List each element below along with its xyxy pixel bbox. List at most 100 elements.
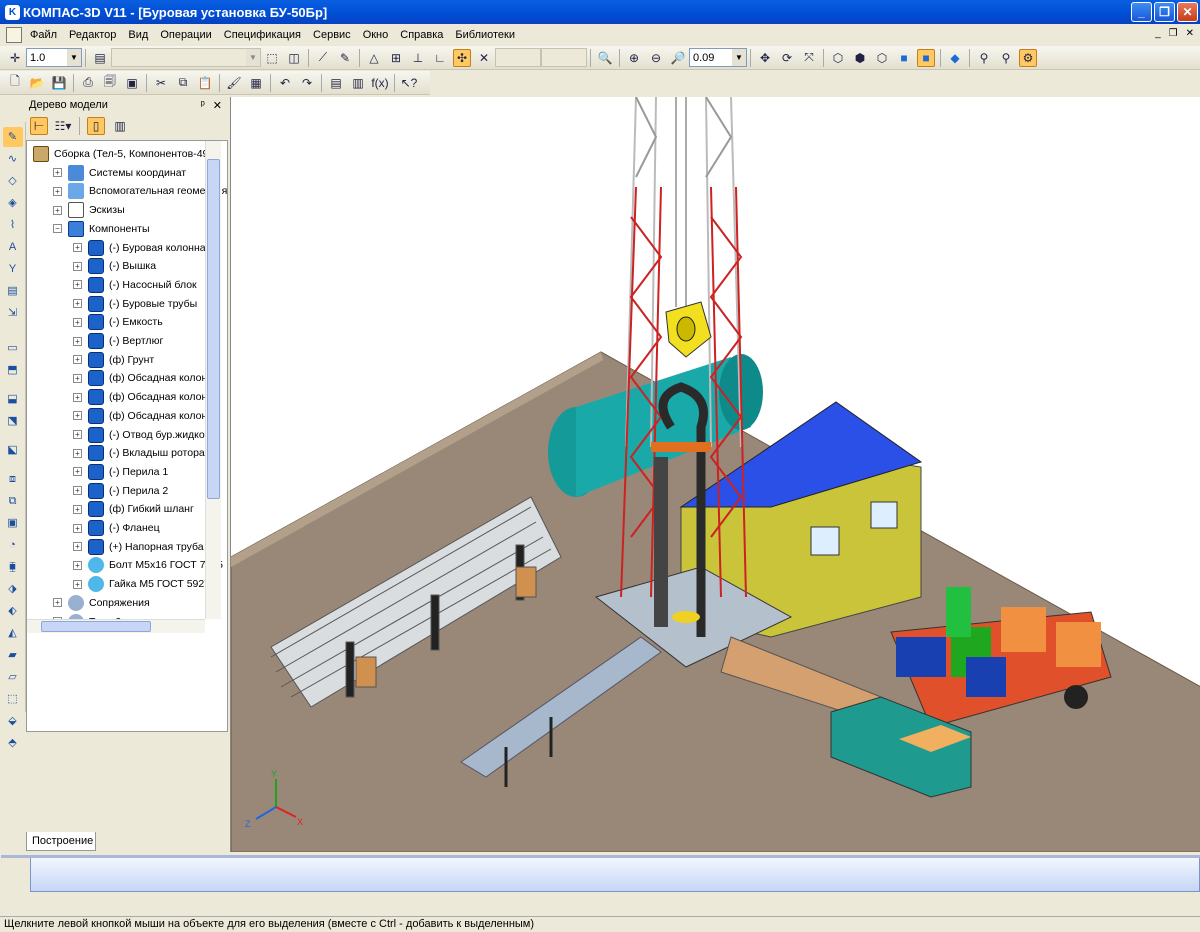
- mates-tool-icon[interactable]: ⬔: [3, 411, 23, 431]
- expand-toggle-icon[interactable]: +: [73, 486, 82, 496]
- tree-item[interactable]: + (ф) Обсадная колонна: [73, 388, 219, 406]
- measure-icon[interactable]: ⟋: [314, 49, 332, 67]
- tree-item[interactable]: + Гайка М5 ГОСТ 5927-7: [73, 575, 219, 593]
- pattern-icon[interactable]: ⬚: [3, 689, 23, 709]
- rotate-icon[interactable]: ⟳: [778, 49, 796, 67]
- tree-item[interactable]: + (-) Фланец: [73, 519, 160, 537]
- y-coord-field[interactable]: [541, 48, 587, 67]
- fillet-icon[interactable]: ⬗: [3, 579, 23, 599]
- zoom-out-icon[interactable]: ⊖: [647, 49, 665, 67]
- curves-icon[interactable]: ∿: [3, 149, 23, 169]
- cut-icon[interactable]: ✂: [152, 74, 170, 92]
- menu-libraries[interactable]: Библиотеки: [449, 29, 521, 41]
- check-icon[interactable]: ⬙: [3, 711, 23, 731]
- hidden-lines-icon[interactable]: ⬢: [851, 49, 869, 67]
- document-menu-icon[interactable]: [6, 27, 22, 43]
- dimensions-icon[interactable]: A: [3, 237, 23, 257]
- grid-icon[interactable]: ⊞: [387, 49, 405, 67]
- spec-icon[interactable]: Y: [3, 259, 23, 279]
- list-view-icon[interactable]: ▯: [87, 117, 105, 135]
- section-icon[interactable]: ◭: [3, 623, 23, 643]
- expand-toggle-icon[interactable]: +: [73, 299, 82, 309]
- tree-vertical-scrollbar[interactable]: [205, 141, 221, 619]
- tree-item[interactable]: Сборка (Тел-5, Компонентов-49): [33, 145, 212, 163]
- shell-icon[interactable]: ◔: [3, 535, 23, 555]
- aux-geometry-tool-icon[interactable]: ◇: [3, 171, 23, 191]
- structure-view-icon[interactable]: ⊢: [30, 117, 48, 135]
- title-bar[interactable]: K КОМПАС-3D V11 - [Буровая установка БУ-…: [0, 0, 1200, 24]
- report-icon[interactable]: ▤: [3, 281, 23, 301]
- expand-toggle-icon[interactable]: +: [73, 448, 82, 458]
- menu-view[interactable]: Вид: [122, 29, 154, 41]
- tree-horizontal-scrollbar[interactable]: [27, 619, 205, 633]
- mdi-close-icon[interactable]: ✕: [1186, 28, 1194, 39]
- copy-icon[interactable]: ⧉: [174, 74, 192, 92]
- open-folder-icon[interactable]: 📂: [28, 74, 46, 92]
- surfaces-icon[interactable]: ◈: [3, 193, 23, 213]
- print-icon[interactable]: ⎙: [79, 74, 97, 92]
- pencil-icon[interactable]: ✎: [336, 49, 354, 67]
- variables-fx-icon[interactable]: f(x): [371, 74, 389, 92]
- menu-specification[interactable]: Спецификация: [218, 29, 307, 41]
- kompas-app-icon[interactable]: K: [5, 4, 20, 20]
- tree-item[interactable]: + (-) Вышка: [73, 257, 156, 275]
- extrude-icon[interactable]: ▰: [3, 645, 23, 665]
- model-tree-icon[interactable]: ▤: [327, 74, 345, 92]
- save-icon[interactable]: 💾: [50, 74, 68, 92]
- tree-item[interactable]: + (ф) Обсадная колонна: [73, 407, 219, 425]
- close-button[interactable]: ✕: [1177, 2, 1198, 22]
- tree-item[interactable]: − Компоненты: [53, 220, 150, 238]
- tree-item[interactable]: + (-) Перила 2: [73, 482, 168, 500]
- expand-toggle-icon[interactable]: +: [73, 336, 82, 346]
- chamfer-icon[interactable]: ⬖: [3, 601, 23, 621]
- component-add-icon[interactable]: ⬒: [3, 360, 23, 380]
- thin-hidden-icon[interactable]: ⬡: [873, 49, 891, 67]
- layer-icon[interactable]: ▤: [91, 49, 109, 67]
- menu-help[interactable]: Справка: [394, 29, 449, 41]
- tab-construction[interactable]: Построение: [26, 832, 96, 851]
- redo-icon[interactable]: ↷: [298, 74, 316, 92]
- sheet-metal-icon[interactable]: ▭: [3, 338, 23, 358]
- measure-tool-icon[interactable]: ⇲: [3, 303, 23, 323]
- expand-toggle-icon[interactable]: +: [73, 430, 82, 439]
- expand-toggle-icon[interactable]: +: [73, 317, 82, 327]
- expand-toggle-icon[interactable]: +: [73, 523, 82, 533]
- zoom-scale-icon[interactable]: 🔎: [669, 49, 687, 67]
- tree-item[interactable]: + (ф) Гибкий шланг: [73, 500, 194, 518]
- perspective-icon[interactable]: ◆: [946, 49, 964, 67]
- minimize-button[interactable]: _: [1131, 2, 1152, 22]
- library-manager-icon[interactable]: ▥: [349, 74, 367, 92]
- expand-toggle-icon[interactable]: +: [73, 392, 82, 402]
- paste-icon[interactable]: 📋: [196, 74, 214, 92]
- tree-item[interactable]: + (-) Отвод бур.жидкости: [73, 426, 221, 444]
- rotate-component-icon[interactable]: ⧉: [3, 491, 23, 511]
- 3d-viewport[interactable]: Y X Z: [230, 97, 1200, 852]
- mdi-minimize-icon[interactable]: _: [1155, 28, 1161, 39]
- mirror-icon[interactable]: ⧯: [3, 557, 23, 577]
- snap-icon[interactable]: ✣: [453, 48, 471, 67]
- selection-icon[interactable]: ⚲: [997, 49, 1015, 67]
- wireframe-icon[interactable]: ⬡: [829, 49, 847, 67]
- help-pointer-icon[interactable]: ↖?: [400, 74, 418, 92]
- tree-item[interactable]: + Болт М5х16 ГОСТ 7805: [73, 556, 223, 574]
- expand-toggle-icon[interactable]: +: [73, 373, 82, 383]
- expand-toggle-icon[interactable]: +: [73, 411, 82, 421]
- format-icon[interactable]: ▦: [247, 74, 265, 92]
- expand-toggle-icon[interactable]: +: [73, 243, 82, 252]
- move-component-icon[interactable]: ⧈: [3, 469, 23, 489]
- tree-item[interactable]: + (ф) Грунт: [73, 351, 154, 369]
- expand-toggle-icon[interactable]: +: [73, 542, 82, 552]
- zoom-in-icon[interactable]: ⊕: [625, 49, 643, 67]
- orientation-icon[interactable]: ⤧: [800, 49, 818, 67]
- expand-toggle-icon[interactable]: −: [53, 224, 62, 234]
- zoom-combo[interactable]: 0.09 ▼: [689, 48, 747, 67]
- orient-icon[interactable]: ⬚: [263, 49, 281, 67]
- tree-item[interactable]: + (-) Буровая колонна: [73, 239, 206, 257]
- state-combo[interactable]: ▼: [111, 48, 261, 67]
- preview-icon[interactable]: 🗐: [101, 74, 119, 92]
- menu-operations[interactable]: Операции: [154, 29, 217, 41]
- menu-file[interactable]: Файл: [24, 29, 63, 41]
- tree-item[interactable]: + (-) Емкость: [73, 313, 163, 331]
- filter-icon[interactable]: ⚲: [975, 49, 993, 67]
- tree-item[interactable]: + (-) Перила 1: [73, 463, 168, 481]
